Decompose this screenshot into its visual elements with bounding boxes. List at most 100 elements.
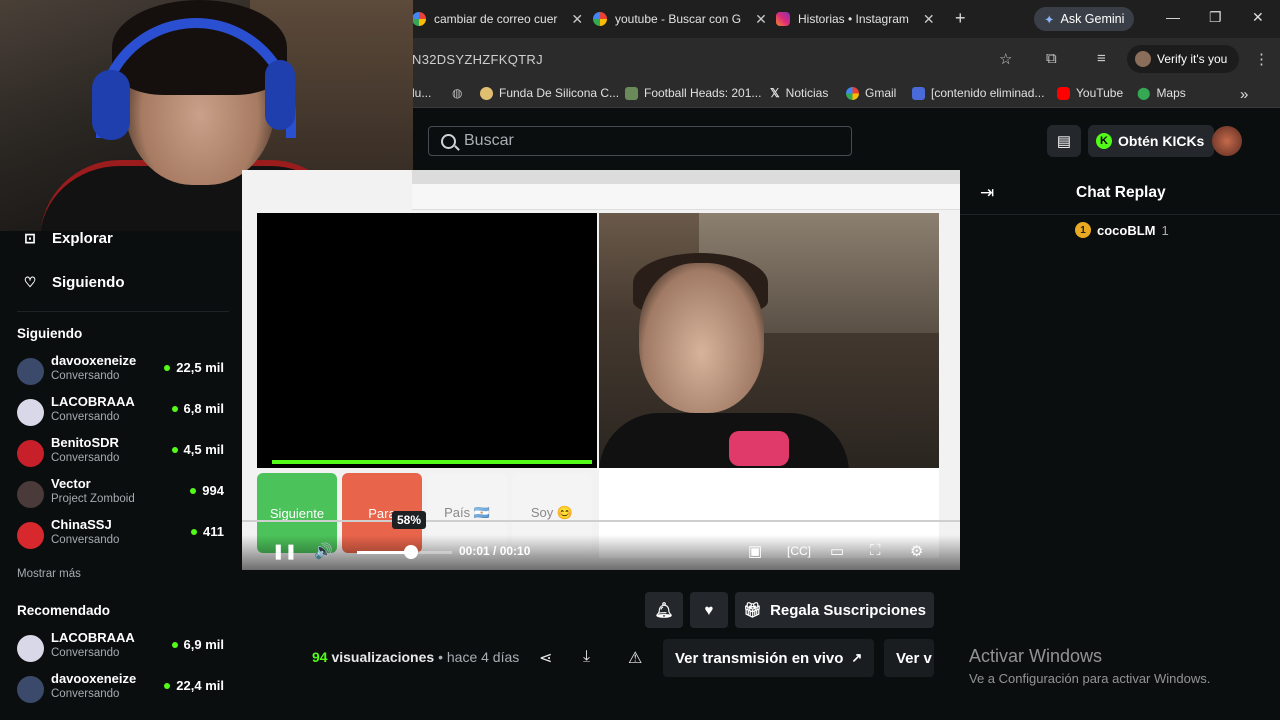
player-controls	[242, 535, 960, 570]
live-dot-icon	[190, 487, 197, 494]
bookmark-item[interactable]: ⬤ Maps	[1137, 86, 1186, 100]
extensions-icon[interactable]: ⧉	[1046, 50, 1057, 67]
bookmark-star-icon[interactable]: ☆	[999, 50, 1012, 68]
nav-explore[interactable]: ⊡ Explorar	[22, 230, 113, 247]
channel-item[interactable]: Vector Project Zomboid 994	[17, 476, 227, 512]
left-sidebar: ⊡ Explorar ♡ Siguiendo Siguiendo davooxe…	[0, 230, 240, 720]
nav-label: Siguiendo	[52, 274, 125, 291]
channel-category: Conversando	[51, 688, 120, 700]
windows-activation-watermark: Activar Windows Ve a Configuración para …	[969, 646, 1210, 686]
viewer-count: 6,8 mil	[171, 401, 224, 416]
channel-name: LACOBRAAA	[51, 394, 135, 409]
maps-pin-icon: ⬤	[1137, 86, 1151, 100]
media-control-icon[interactable]: ≡	[1097, 50, 1106, 67]
theater-mode-button[interactable]: ▤	[1047, 125, 1081, 157]
volume-knob[interactable]	[404, 545, 418, 559]
notifications-button[interactable]: 🔔︎	[645, 592, 683, 628]
divider	[17, 311, 229, 312]
channel-item[interactable]: davooxeneize Conversando 22,4 mil	[17, 671, 227, 707]
bookmark-item[interactable]: ◍	[452, 86, 462, 100]
user-avatar[interactable]	[1212, 126, 1242, 156]
tab-instagram[interactable]: Historias • Instagram ✕	[776, 6, 935, 32]
nav-following[interactable]: ♡ Siguiendo	[22, 274, 125, 291]
more-menu-icon[interactable]: ⋮	[1254, 50, 1269, 68]
close-tab-icon[interactable]: ✕	[571, 11, 583, 28]
heart-icon: ♡	[23, 274, 37, 290]
viewer-count-value: 22,5 mil	[176, 360, 224, 375]
collapse-chat-icon[interactable]: ⇥	[980, 183, 994, 203]
live-dot-icon	[164, 682, 171, 689]
channel-item[interactable]: ChinaSSJ Conversando 411	[17, 517, 227, 553]
report-icon[interactable]: ⚠	[628, 648, 642, 668]
viewer-count-value: 22,4 mil	[176, 678, 224, 693]
bookmark-item[interactable]: YouTube	[1057, 86, 1123, 100]
bookmarks-overflow-button[interactable]: »	[1240, 86, 1248, 103]
channel-category: Conversando	[51, 370, 120, 382]
bookmark-item[interactable]: Gmail	[846, 86, 896, 100]
video-content-bookmarks	[412, 184, 960, 210]
bookmark-item[interactable]: Funda De Silicona C...	[480, 86, 619, 100]
site-header: Buscar ▤ K Obtén KICKs	[413, 108, 1280, 170]
gift-subs-label: Regala Suscripciones	[770, 601, 926, 619]
bookmark-item[interactable]: lu...	[412, 86, 431, 100]
verify-profile-button[interactable]: Verify it's you	[1127, 45, 1240, 73]
fullscreen-icon[interactable]: ⛶	[870, 542, 881, 559]
channel-item[interactable]: LACOBRAAA Conversando 6,8 mil	[17, 394, 227, 430]
captions-icon[interactable]: [CC]	[787, 544, 811, 558]
ask-gemini-button[interactable]: ✦ Ask Gemini	[1034, 7, 1135, 31]
button-label: Siguiente	[269, 505, 325, 521]
bookmark-item[interactable]: Football Heads: 201...	[625, 86, 761, 100]
gift-subs-button[interactable]: 🎁︎ Regala Suscripciones	[735, 592, 934, 628]
view-vod-label: Ver v	[896, 649, 932, 667]
tab-label: youtube - Buscar con G	[615, 12, 742, 26]
bookmark-label: Football Heads: 201...	[644, 86, 762, 100]
view-vod-button[interactable]: Ver v	[884, 639, 934, 677]
close-tab-icon[interactable]: ✕	[923, 11, 935, 28]
headset-earcup	[265, 60, 295, 130]
channel-name: LACOBRAAA	[51, 630, 135, 645]
chat-header: ⇥ Chat Replay	[960, 170, 1280, 215]
settings-icon[interactable]: ⚙	[910, 542, 923, 560]
channel-category: Project Zomboid	[51, 493, 135, 505]
share-icon[interactable]: ⋖	[539, 648, 552, 668]
get-kicks-button[interactable]: K Obtén KICKs	[1088, 125, 1215, 157]
bookmark-favicon	[480, 86, 493, 100]
channel-avatar	[17, 399, 44, 426]
time-display: 00:01 / 00:10	[459, 544, 531, 558]
channel-item[interactable]: davooxeneize Conversando 22,5 mil	[17, 353, 227, 389]
top-gifter[interactable]: 1 cocoBLM 1	[1075, 222, 1169, 238]
viewer-count: 994	[190, 483, 224, 498]
following-section-title: Siguiendo	[17, 326, 83, 341]
camera-person-body	[599, 413, 849, 468]
channel-item[interactable]: BenitoSDR Conversando 4,5 mil	[17, 435, 227, 471]
url-field[interactable]: N32DSYZHZFKQTRJ	[412, 52, 543, 67]
theater-icon[interactable]: ▭	[830, 542, 844, 560]
gift-icon: 🎁︎	[743, 602, 763, 619]
channel-item[interactable]: LACOBRAAA Conversando 6,9 mil	[17, 630, 227, 666]
minimize-icon[interactable]: —	[1166, 9, 1180, 25]
new-tab-button[interactable]: +	[955, 8, 966, 29]
clip-icon[interactable]: ▣	[748, 542, 762, 560]
follow-button[interactable]: ♥	[690, 592, 728, 628]
video-player[interactable]: Siguiente Para País 🇦🇷 Soy 😊 ❚❚ 🔊 58% 00…	[242, 170, 960, 570]
download-icon[interactable]: ⤓	[583, 648, 590, 666]
search-input[interactable]: Buscar	[428, 126, 852, 156]
pause-icon[interactable]: ❚❚	[272, 542, 297, 560]
close-tab-icon[interactable]: ✕	[755, 11, 767, 28]
video-content-camera	[599, 213, 939, 468]
tab-cambiar-correo[interactable]: cambiar de correo cuer ✕	[412, 6, 583, 32]
heart-icon: ♥	[704, 601, 714, 619]
restore-icon[interactable]: ❐	[1209, 9, 1222, 26]
seek-bar[interactable]	[242, 520, 960, 522]
bookmark-item[interactable]: 𝕏 Noticias	[770, 86, 828, 100]
close-window-icon[interactable]: ✕	[1252, 9, 1264, 26]
live-dot-icon	[171, 446, 178, 453]
channel-name: BenitoSDR	[51, 435, 119, 450]
tab-youtube-search[interactable]: youtube - Buscar con G ✕	[593, 6, 767, 32]
channel-name: ChinaSSJ	[51, 517, 112, 532]
bookmark-item[interactable]: [contenido eliminad...	[912, 86, 1044, 100]
show-more-link[interactable]: Mostrar más	[17, 568, 81, 580]
inner-progress-bar	[272, 460, 592, 464]
volume-icon[interactable]: 🔊	[314, 542, 333, 560]
watch-live-button[interactable]: Ver transmisión en vivo ↗	[663, 639, 875, 677]
